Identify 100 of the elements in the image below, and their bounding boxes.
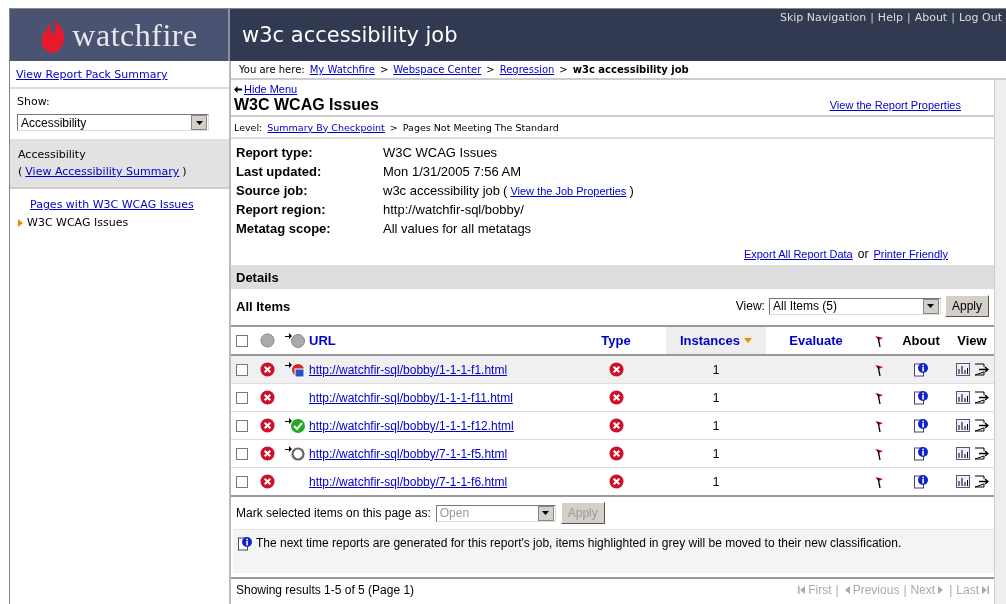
report-properties-link[interactable]: View the Report Properties xyxy=(829,99,961,111)
level-link[interactable]: Summary By Checkpoint xyxy=(267,121,385,133)
meta-label: Last updated: xyxy=(236,164,323,179)
url-link[interactable]: http://watchfir-sql/bobby/7-1-1-f5.html xyxy=(309,446,508,461)
column-header[interactable]: Type xyxy=(566,333,666,348)
move-icon xyxy=(284,445,306,462)
row-checkbox[interactable] xyxy=(236,391,248,404)
first-page-icon xyxy=(798,586,806,594)
info-icon[interactable] xyxy=(238,536,252,551)
meta-label: Report region: xyxy=(236,202,327,217)
header-link[interactable]: Skip Navigation xyxy=(779,11,867,24)
type-icon xyxy=(608,418,624,433)
flag-icon xyxy=(874,363,884,376)
flag-icon xyxy=(874,334,884,347)
level-label: Level: xyxy=(234,121,263,133)
column-header[interactable]: Evaluate xyxy=(766,333,866,348)
header-link[interactable]: Log Out xyxy=(958,11,1002,24)
status-header-icon xyxy=(259,333,275,348)
meta-label: Source job: xyxy=(236,183,309,198)
column-header[interactable]: URL xyxy=(309,333,566,348)
column-header: View xyxy=(956,333,988,348)
printer-friendly-link[interactable]: Printer Friendly xyxy=(873,248,948,260)
breadcrumb-link[interactable]: Webspace Center xyxy=(393,64,482,75)
chart-icon[interactable] xyxy=(955,419,970,432)
about-icon[interactable] xyxy=(914,362,928,377)
sidebar-item[interactable]: W3C WCAG Issues xyxy=(27,216,129,229)
about-icon[interactable] xyxy=(914,418,928,433)
details-bar: Details xyxy=(231,265,994,289)
row-checkbox[interactable] xyxy=(236,363,248,376)
separator: | xyxy=(870,11,874,24)
apply-button[interactable]: Apply xyxy=(944,295,989,317)
info-message: The next time reports are generated for this report's job, items highlighted in grey will be moved to their new classification. xyxy=(256,536,902,550)
hide-menu-link[interactable]: Hide Menu xyxy=(231,80,298,95)
job-properties-link[interactable]: View the Job Properties xyxy=(510,185,627,197)
meta-value: W3C WCAG Issues xyxy=(383,145,498,160)
meta-value: http://watchfir-sql/bobby/ xyxy=(383,202,524,217)
breadcrumb-label: You are here: xyxy=(239,64,305,75)
status-icon xyxy=(259,418,275,433)
flag-icon xyxy=(874,419,884,432)
instances-cell-text: 1 xyxy=(711,474,721,489)
last-page-icon xyxy=(982,586,989,594)
chart-icon[interactable] xyxy=(955,391,970,404)
parenthesis: ) xyxy=(629,183,634,198)
breadcrumb-link[interactable]: Regression xyxy=(499,64,555,75)
breadcrumb-link[interactable]: My Watchfire xyxy=(309,64,375,75)
url-link[interactable]: http://watchfir-sql/bobby/1-1-1-f11.html xyxy=(309,390,513,405)
breadcrumb-separator: > xyxy=(379,64,389,75)
select-all-checkbox[interactable] xyxy=(236,334,248,347)
accessibility-summary-link[interactable]: View Accessibility Summary xyxy=(25,163,180,180)
url-link[interactable]: http://watchfir-sql/bobby/1-1-1-f1.html xyxy=(309,362,508,377)
open-page-icon[interactable] xyxy=(973,363,989,376)
or-text: or xyxy=(857,247,869,261)
flag-icon xyxy=(874,391,884,404)
status-icon xyxy=(259,474,275,489)
parenthesis: ) xyxy=(182,164,187,180)
breadcrumb-separator: > xyxy=(559,64,568,75)
type-icon xyxy=(608,390,624,405)
url-link[interactable]: http://watchfir-sql/bobby/7-1-1-f6.html xyxy=(309,474,508,489)
pager-separator: | xyxy=(949,583,953,597)
sidebar-item[interactable]: Pages with W3C WCAG Issues xyxy=(30,198,194,211)
section-title: Accessibility xyxy=(18,147,87,163)
open-page-icon[interactable] xyxy=(973,391,989,404)
open-page-icon[interactable] xyxy=(973,419,989,432)
open-page-icon[interactable] xyxy=(973,447,989,460)
export-link[interactable]: Export All Report Data xyxy=(743,248,853,260)
status-icon xyxy=(259,362,275,377)
pager-separator: | xyxy=(903,583,907,597)
items-title: All Items xyxy=(236,298,291,314)
row-checkbox[interactable] xyxy=(236,475,248,488)
flag-icon xyxy=(874,475,884,488)
instances-cell-text: 1 xyxy=(711,362,721,377)
about-icon[interactable] xyxy=(914,474,928,489)
chart-icon[interactable] xyxy=(955,475,970,488)
instances-cell-text: 1 xyxy=(711,390,721,405)
about-icon[interactable] xyxy=(914,446,928,461)
separator: | xyxy=(951,11,955,24)
chart-icon[interactable] xyxy=(955,363,970,376)
parenthesis: ( xyxy=(18,164,23,180)
view-dropdown[interactable]: All Items (5) xyxy=(768,297,941,315)
header-link[interactable]: Help xyxy=(877,11,903,24)
show-dropdown[interactable]: Accessibility xyxy=(17,114,209,131)
open-page-icon[interactable] xyxy=(973,475,989,488)
chart-icon[interactable] xyxy=(955,447,970,460)
pager-separator: | xyxy=(835,583,839,597)
breadcrumb-separator: > xyxy=(486,64,495,75)
breadcrumb-current: w3c accessibility job xyxy=(572,64,689,75)
url-link[interactable]: http://watchfir-sql/bobby/1-1-1-f12.html xyxy=(309,418,514,433)
dropdown-arrow-icon xyxy=(927,304,935,308)
row-checkbox[interactable] xyxy=(236,447,248,460)
instances-cell-text: 1 xyxy=(711,446,721,461)
show-label: Show: xyxy=(17,95,51,108)
move-header-icon xyxy=(284,332,306,349)
type-icon xyxy=(608,362,624,377)
type-icon xyxy=(608,474,624,489)
row-checkbox[interactable] xyxy=(236,419,248,432)
report-pack-summary-link[interactable]: View Report Pack Summary xyxy=(16,68,168,81)
header-link[interactable]: About xyxy=(914,11,948,24)
move-icon xyxy=(284,361,306,378)
logo-text: watchfire xyxy=(72,16,198,54)
about-icon[interactable] xyxy=(914,390,928,405)
